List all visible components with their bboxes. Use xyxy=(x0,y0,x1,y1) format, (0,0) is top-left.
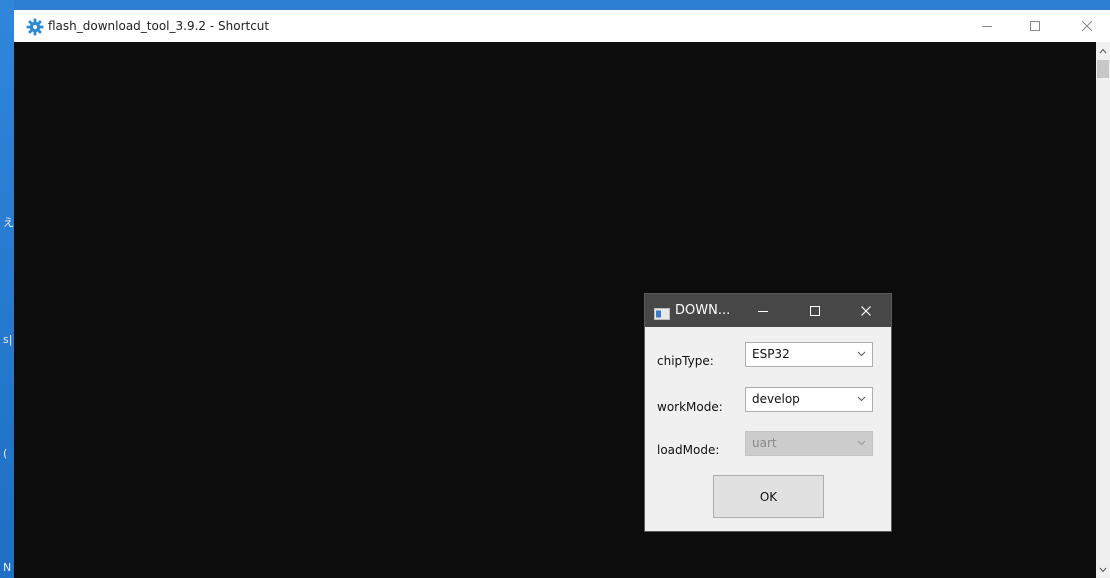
scroll-thumb[interactable] xyxy=(1097,60,1109,78)
chiptype-value: ESP32 xyxy=(752,347,790,361)
download-dialog: DOWN... chipType: ESP32 workMode: develo… xyxy=(644,293,892,532)
chevron-down-icon xyxy=(1099,567,1107,572)
minimize-icon xyxy=(758,310,768,312)
dialog-title: DOWN... xyxy=(675,303,731,318)
dialog-maximize-button[interactable] xyxy=(793,294,837,327)
dialog-close-button[interactable] xyxy=(844,294,888,327)
vertical-scrollbar[interactable] xyxy=(1096,42,1110,578)
dialog-minimize-button[interactable] xyxy=(741,294,785,327)
chiptype-label: chipType: xyxy=(657,354,714,368)
console-titlebar[interactable]: flash_download_tool_3.9.2 - Shortcut xyxy=(14,9,1110,42)
close-icon xyxy=(861,305,871,316)
scroll-up-button[interactable] xyxy=(1096,42,1110,59)
workmode-value: develop xyxy=(752,392,800,406)
window-app-icon xyxy=(654,305,670,320)
chevron-down-icon xyxy=(857,440,866,446)
maximize-icon xyxy=(1030,21,1040,31)
chevron-up-icon xyxy=(1099,48,1107,53)
chiptype-select[interactable]: ESP32 xyxy=(745,342,873,367)
dialog-titlebar[interactable]: DOWN... xyxy=(645,294,891,327)
minimize-button[interactable] xyxy=(964,10,1010,42)
desktop-glyph: N xyxy=(3,561,12,574)
loadmode-value: uart xyxy=(752,436,777,450)
loadmode-label: loadMode: xyxy=(657,443,720,457)
maximize-button[interactable] xyxy=(1012,10,1058,42)
loadmode-select: uart xyxy=(745,431,873,456)
gear-icon xyxy=(26,18,44,36)
chevron-down-icon xyxy=(857,351,866,357)
console-window: flash_download_tool_3.9.2 - Shortcut xyxy=(14,9,1110,578)
ok-button[interactable]: OK xyxy=(713,475,824,518)
window-title: flash_download_tool_3.9.2 - Shortcut xyxy=(48,19,270,33)
desktop-glyph: え xyxy=(3,216,14,229)
close-button[interactable] xyxy=(1064,10,1110,42)
desktop-glyph: s| xyxy=(3,333,13,346)
maximize-icon xyxy=(810,305,820,316)
workmode-select[interactable]: develop xyxy=(745,387,873,412)
desktop-strip: え s| ( N xyxy=(0,0,14,578)
chevron-down-icon xyxy=(857,396,866,402)
workmode-label: workMode: xyxy=(657,400,723,414)
desktop-glyph: ( xyxy=(3,447,8,460)
close-icon xyxy=(1081,20,1093,32)
scroll-down-button[interactable] xyxy=(1096,561,1110,578)
minimize-icon xyxy=(982,26,992,27)
